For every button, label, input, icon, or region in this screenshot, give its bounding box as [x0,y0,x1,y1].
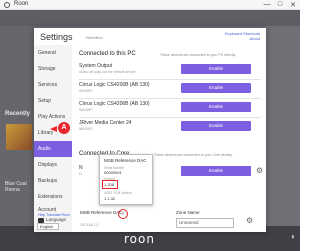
annotation-arrow [50,126,57,132]
album-caption: Blue Coal Reena [5,181,27,193]
popup-sub-version-value: 1.1.32 [104,196,116,201]
nav-item-audio[interactable]: Audio [34,141,72,157]
popup-title: MSB Reference DAC [104,158,147,163]
device-sub: WASAPI [79,127,93,131]
language-select[interactable]: English [37,223,59,230]
device-row: JRiver Media Center 24 WASAPI Enable [79,120,261,134]
enable-button[interactable]: Enable [181,102,251,112]
divider [79,98,261,99]
maximize-icon[interactable]: □ [275,1,285,8]
gear-icon[interactable]: ⚙ [256,166,263,175]
device-name: Cirrus Logic CS4206B (AB 130) [79,101,150,107]
annotation-marker-a: A [58,122,70,134]
nav-item-services[interactable]: Services [34,77,72,93]
connected-core-note: These devices are connected to your Core… [154,153,233,157]
zone-ip: 192.168.1.3 [80,223,99,227]
device-name: Cirrus Logic CS4206B (AB 130) [79,82,150,88]
nav-item-displays[interactable]: Displays [34,157,72,173]
volume-icon[interactable]: ◐ [291,232,296,241]
connected-pc-heading: Connected to this PC [79,51,136,57]
device-name: System Output [79,63,113,69]
zone-device-name: MSB Reference DAC [80,210,123,215]
window-title: Roon [14,1,29,7]
enable-button[interactable]: Enable [181,83,251,93]
popup-sub-version-label: USB2 YDM Version [104,191,132,195]
connected-pc-note: These devices are connected to your PC d… [160,53,237,57]
core-device-sub: U [79,172,82,176]
app-topbar [0,10,300,26]
divider [79,117,261,118]
settings-nav: General Storage Services Setup Play Acti… [34,45,72,232]
about-link[interactable]: About [225,36,260,41]
nav-item-setup[interactable]: Setup [34,93,72,109]
language-label: Language [46,217,67,222]
recent-heading: Recently [5,111,31,117]
zone-name-label: Zone Name [176,210,200,215]
nav-item-extensions[interactable]: Extensions [34,189,72,205]
device-row: System Output Audio will play out the de… [79,63,261,77]
nav-item-backups[interactable]: Backups [34,173,72,189]
device-info-popup: MSB Reference DAC Serial Number 00000001… [99,154,153,205]
nav-item-storage[interactable]: Storage [34,61,72,77]
info-icon[interactable]: i [118,209,128,219]
nav-item-general[interactable]: General [34,45,72,61]
settings-title: Settings [40,32,73,42]
album-thumbnail[interactable] [6,124,32,150]
enable-button[interactable]: Enable [181,64,251,74]
roon-logo-icon [4,2,10,8]
version-highlight-box [102,180,118,189]
window-titlebar: Roon — □ ✕ [0,0,300,10]
device-sub: WASAPI [79,108,93,112]
settings-links: Keyboard Shortcuts About [225,31,260,41]
zone-gear-icon[interactable]: ⚙ [246,216,253,225]
zone-name-input[interactable]: Unnamed [176,218,234,228]
roon-brand: roon [124,232,155,246]
divider [79,79,261,80]
core-device-name: N [79,165,83,171]
device-row: Cirrus Logic CS4206B (AB 130) WASAPI Ena… [79,82,261,96]
enable-button[interactable]: Enable [181,121,251,131]
device-row: Cirrus Logic CS4206B (AB 130) WASAPI Ena… [79,101,261,115]
device-sub: Audio will play out the default device [79,70,136,74]
device-sub: WASAPI [79,89,93,93]
device-name: JRiver Media Center 24 [79,120,132,126]
album-caption-artist: Reena [5,187,20,193]
popup-serial-value: 00000001 [104,170,122,175]
enable-button[interactable]: Enable [181,166,251,176]
settings-subtitle: Rebellion [86,35,103,40]
minimize-icon[interactable]: — [262,1,272,8]
close-icon[interactable]: ✕ [288,1,298,9]
